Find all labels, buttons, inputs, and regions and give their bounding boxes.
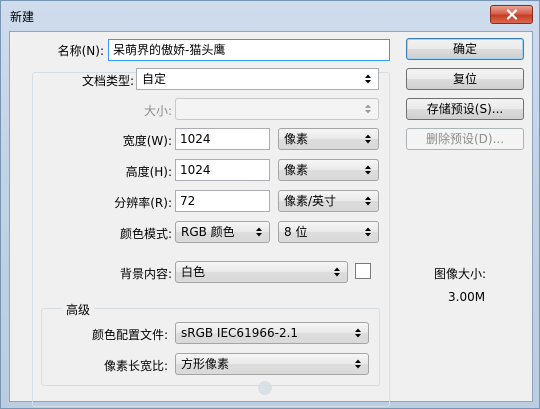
reset-button[interactable]: 复位 xyxy=(406,68,524,90)
resolution-unit-value: 像素/英寸 xyxy=(284,194,337,208)
close-icon xyxy=(506,9,517,20)
color-profile-label: 颜色配置文件: xyxy=(91,328,168,342)
width-input[interactable]: 1024 xyxy=(175,128,270,150)
size-select[interactable] xyxy=(175,98,379,120)
save-preset-button[interactable]: 存储预设(S)... xyxy=(406,98,524,120)
height-unit-value: 像素 xyxy=(284,163,309,177)
up-down-arrow-icon xyxy=(365,74,371,84)
resolution-input[interactable]: 72 xyxy=(175,190,270,212)
name-input[interactable]: 呆萌界的傲娇-猫头鹰 xyxy=(108,39,390,61)
color-mode-label: 颜色模式: xyxy=(119,227,172,241)
height-label: 高度(H): xyxy=(125,165,172,179)
advanced-group-title: 高级 xyxy=(62,301,95,318)
up-down-arrow-icon xyxy=(365,104,371,114)
pixel-aspect-label: 像素长宽比: xyxy=(103,359,168,373)
title-bar[interactable]: 新建 xyxy=(1,1,540,31)
new-document-dialog: 新建 名称(N): 呆萌界的傲娇-猫头鹰 文档类型: 自定 大小: 宽度(W):… xyxy=(0,0,540,409)
delete-preset-button[interactable]: 删除预设(D)... xyxy=(406,128,524,150)
color-profile-value: sRGB IEC61966-2.1 xyxy=(181,326,299,340)
document-type-select[interactable]: 自定 xyxy=(136,68,379,90)
color-mode-select[interactable]: RGB 颜色 xyxy=(175,221,270,243)
up-down-arrow-icon xyxy=(365,165,371,175)
document-type-value: 自定 xyxy=(142,72,167,86)
height-unit-select[interactable]: 像素 xyxy=(278,159,379,181)
up-down-arrow-icon xyxy=(355,328,361,338)
up-down-arrow-icon xyxy=(365,227,371,237)
width-label: 宽度(W): xyxy=(122,134,172,148)
up-down-arrow-icon xyxy=(256,227,262,237)
watermark-logo xyxy=(258,381,272,395)
close-button[interactable] xyxy=(490,5,533,24)
background-label: 背景内容: xyxy=(119,267,172,281)
dialog-title: 新建 xyxy=(10,10,35,24)
background-value: 白色 xyxy=(181,265,206,279)
dialog-body: 名称(N): 呆萌界的傲娇-猫头鹰 文档类型: 自定 大小: 宽度(W): 10… xyxy=(9,31,533,407)
up-down-arrow-icon xyxy=(365,134,371,144)
bit-depth-value: 8 位 xyxy=(284,225,308,239)
pixel-aspect-select[interactable]: 方形像素 xyxy=(175,353,369,375)
up-down-arrow-icon xyxy=(355,359,361,369)
document-type-label: 文档类型: xyxy=(81,74,134,88)
resolution-label: 分辨率(R): xyxy=(114,196,172,210)
width-unit-select[interactable]: 像素 xyxy=(278,128,379,150)
ok-button[interactable]: 确定 xyxy=(406,38,524,60)
bit-depth-select[interactable]: 8 位 xyxy=(278,221,379,243)
resolution-unit-select[interactable]: 像素/英寸 xyxy=(278,190,379,212)
color-mode-value: RGB 颜色 xyxy=(181,225,235,239)
image-size-value: 3.00M xyxy=(448,290,486,304)
color-profile-select[interactable]: sRGB IEC61966-2.1 xyxy=(175,322,369,344)
background-select[interactable]: 白色 xyxy=(175,261,348,283)
pixel-aspect-value: 方形像素 xyxy=(181,357,230,371)
background-color-swatch[interactable] xyxy=(355,263,371,279)
size-label: 大小: xyxy=(143,104,172,118)
width-unit-value: 像素 xyxy=(284,132,309,146)
up-down-arrow-icon xyxy=(334,267,340,277)
name-label: 名称(N): xyxy=(57,44,104,58)
image-size-label: 图像大小: xyxy=(434,267,487,281)
height-input[interactable]: 1024 xyxy=(175,159,270,181)
up-down-arrow-icon xyxy=(365,196,371,206)
